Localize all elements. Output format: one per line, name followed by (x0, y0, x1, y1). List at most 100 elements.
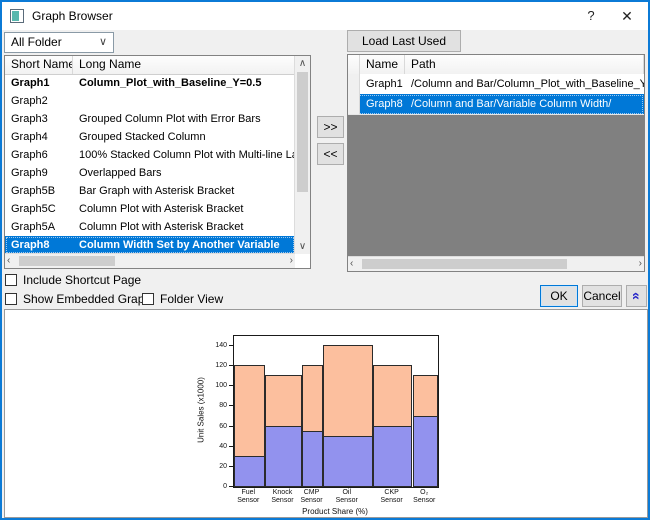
name-cell: Graph8 (360, 94, 405, 114)
graph-preview-panel: EuropeUSA Unit Sales (x1000) 02040608010… (4, 309, 648, 518)
name-cell: Graph1 (360, 74, 405, 94)
bar-segment-usa (323, 436, 373, 487)
long-name-cell: Column Width Set by Another Variable (73, 236, 295, 254)
bar-segment-usa (373, 426, 413, 487)
bar-segment-usa (265, 426, 303, 487)
long-name-cell: Column Plot with Asterisk Bracket (73, 200, 295, 218)
x-tick-label: CKPSensor (381, 489, 403, 505)
long-name-cell: Column Plot with Asterisk Bracket (73, 218, 295, 236)
graph-list-panel: Short Name Long Name Graph1Column_Plot_w… (4, 55, 311, 269)
folder-filter-select[interactable]: All Folder ∨ (4, 32, 114, 53)
long-name-cell: 100% Stacked Column Plot with Multi-line… (73, 146, 295, 164)
cancel-button[interactable]: Cancel (582, 285, 622, 307)
column-header-long-name[interactable]: Long Name (73, 56, 310, 74)
load-last-used-button[interactable]: Load Last Used (347, 30, 461, 52)
short-name-cell: Graph5A (5, 218, 73, 236)
graph-list-row-graph2[interactable]: Graph2 (5, 92, 295, 110)
short-name-cell: Graph1 (5, 74, 73, 92)
bar-segment-europe (265, 375, 303, 426)
double-chevron-up-icon: « (626, 292, 646, 300)
y-tick (229, 426, 233, 427)
graph-list-row-graph9[interactable]: Graph9Overlapped Bars (5, 164, 295, 182)
y-tick-label: 40 (203, 443, 227, 450)
y-tick (229, 446, 233, 447)
scroll-up-icon[interactable]: ∧ (295, 58, 310, 69)
x-tick-label: OilSensor (336, 489, 358, 505)
long-name-cell: Grouped Column Plot with Error Bars (73, 110, 295, 128)
row-selector-cell[interactable] (348, 74, 360, 94)
selected-graphs-panel: Name Path Graph1/Column and Bar/Column_P… (347, 54, 645, 272)
graph-list-row-graph4[interactable]: Graph4Grouped Stacked Column (5, 128, 295, 146)
short-name-cell: Graph5C (5, 200, 73, 218)
chart-bars (234, 336, 438, 487)
column-header-name[interactable]: Name (360, 55, 405, 74)
short-name-cell: Graph6 (5, 146, 73, 164)
checkbox-label: Show Embedded Graph (23, 292, 151, 306)
short-name-cell: Graph3 (5, 110, 73, 128)
y-tick (229, 405, 233, 406)
graph-list-row-graph5c[interactable]: Graph5CColumn Plot with Asterisk Bracket (5, 200, 295, 218)
graph-list-row-graph5b[interactable]: Graph5BBar Graph with Asterisk Bracket (5, 182, 295, 200)
help-button[interactable]: ? (574, 2, 608, 30)
y-tick-label: 120 (203, 362, 227, 369)
checkbox-label: Include Shortcut Page (23, 273, 141, 287)
y-tick (229, 365, 233, 366)
long-name-cell: Grouped Stacked Column (73, 128, 295, 146)
scroll-right-icon[interactable]: › (639, 258, 642, 269)
ok-button[interactable]: OK (540, 285, 578, 307)
column-header-path[interactable]: Path (405, 55, 644, 74)
x-tick-label: O₂Sensor (413, 489, 435, 505)
graph-list-row-graph6[interactable]: Graph6100% Stacked Column Plot with Mult… (5, 146, 295, 164)
y-tick (229, 345, 233, 346)
long-name-cell: Column_Plot_with_Baseline_Y=0.5 (73, 74, 295, 92)
right-table-hscrollbar[interactable]: ‹ › (348, 256, 644, 271)
graph-list-row-graph3[interactable]: Graph3Grouped Column Plot with Error Bar… (5, 110, 295, 128)
left-table-vscrollbar[interactable]: ∧ ∨ (294, 56, 310, 254)
add-to-selection-button[interactable]: >> (317, 116, 344, 138)
graph-list-row-graph1[interactable]: Graph1Column_Plot_with_Baseline_Y=0.5 (5, 74, 295, 92)
graph-browser-dialog: Graph Browser ? ✕ All Folder ∨ Short Nam… (0, 0, 650, 520)
y-tick-label: 20 (203, 463, 227, 470)
window-title: Graph Browser (32, 2, 113, 30)
y-tick (229, 385, 233, 386)
x-axis: FuelSensorKnockSensorCMPSensorOilSensorC… (233, 489, 437, 509)
left-table-hscrollbar[interactable]: ‹ › (5, 253, 295, 268)
long-name-cell (73, 92, 295, 110)
graph-list-row-graph8[interactable]: Graph8Column Width Set by Another Variab… (5, 236, 295, 254)
graph-list-rows: Graph1Column_Plot_with_Baseline_Y=0.5Gra… (5, 74, 295, 254)
long-name-cell: Bar Graph with Asterisk Bracket (73, 182, 295, 200)
row-selector-header (348, 55, 360, 74)
scroll-down-icon[interactable]: ∨ (295, 241, 310, 252)
bar-segment-europe (302, 365, 322, 431)
row-selector-cell[interactable] (348, 94, 360, 114)
path-cell: /Column and Bar/Column_Plot_with_Baselin… (405, 74, 644, 94)
scroll-right-icon[interactable]: › (290, 255, 293, 266)
y-tick (229, 486, 233, 487)
remove-from-selection-button[interactable]: << (317, 143, 344, 165)
scroll-left-icon[interactable]: ‹ (350, 258, 353, 269)
column-header-short-name[interactable]: Short Name (5, 56, 73, 74)
selected-graphs-rows: Graph1/Column and Bar/Column_Plot_with_B… (348, 74, 644, 257)
checkbox-label: Folder View (160, 292, 223, 306)
checkbox-box[interactable] (5, 293, 17, 305)
folder-filter-value: All Folder (11, 33, 62, 52)
selected-graphs-header: Name Path (348, 55, 644, 75)
checkbox-box[interactable] (5, 274, 17, 286)
selected-graph-row-graph8[interactable]: Graph8/Column and Bar/Variable Column Wi… (348, 94, 644, 115)
graph-list-row-graph5a[interactable]: Graph5AColumn Plot with Asterisk Bracket (5, 218, 295, 236)
checkbox-box[interactable] (142, 293, 154, 305)
short-name-cell: Graph9 (5, 164, 73, 182)
bar-segment-europe (234, 365, 265, 457)
close-button[interactable]: ✕ (610, 2, 644, 30)
bar-segment-usa (302, 431, 322, 487)
selected-graph-row-graph1[interactable]: Graph1/Column and Bar/Column_Plot_with_B… (348, 74, 644, 95)
bar-segment-usa (234, 456, 265, 487)
y-tick-label: 0 (203, 483, 227, 490)
collapse-preview-button[interactable]: « (626, 285, 647, 307)
x-axis-title: Product Share (%) (302, 507, 368, 516)
bar-segment-europe (413, 375, 439, 416)
scroll-left-icon[interactable]: ‹ (7, 255, 10, 266)
chart-plot-area (233, 335, 439, 488)
y-tick-label: 80 (203, 402, 227, 409)
bar-segment-usa (413, 416, 439, 487)
